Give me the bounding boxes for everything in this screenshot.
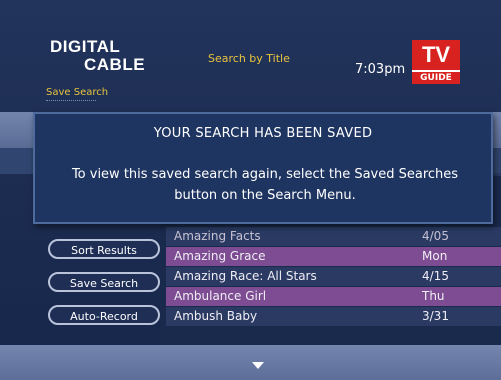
logo-line-2: CABLE bbox=[84, 55, 146, 74]
tv-guide-logo-bottom: GUIDE bbox=[412, 70, 460, 84]
list-item[interactable]: Amazing Grace Mon bbox=[166, 247, 501, 266]
tv-guide-logo: TV GUIDE bbox=[412, 40, 460, 84]
list-item-title: Amazing Race: All Stars bbox=[174, 269, 317, 283]
list-item-title: Ambush Baby bbox=[174, 309, 258, 323]
list-item[interactable]: Ambulance Girl Thu bbox=[166, 287, 501, 306]
saved-confirmation-dialog: YOUR SEARCH HAS BEEN SAVED To view this … bbox=[33, 112, 493, 224]
bottom-bar bbox=[0, 345, 501, 380]
dialog-message: To view this saved search again, select … bbox=[71, 167, 459, 203]
clock: 7:03pm bbox=[355, 62, 406, 77]
list-item[interactable]: Amazing Facts 4/05 bbox=[166, 227, 501, 246]
list-item-date: Mon bbox=[422, 249, 448, 263]
tv-guide-screen: DIGITAL CABLE Search by Title 7:03pm TV … bbox=[0, 0, 501, 380]
breadcrumb: Save Search bbox=[46, 87, 109, 98]
list-item-title: Amazing Facts bbox=[174, 229, 261, 243]
screen-title: Search by Title bbox=[208, 52, 290, 65]
logo-line-1: DIGITAL bbox=[50, 37, 121, 56]
list-item[interactable]: Amazing Race: All Stars 4/15 bbox=[166, 267, 501, 286]
list-item-date: 4/15 bbox=[422, 269, 449, 283]
list-item-date: 4/05 bbox=[422, 229, 449, 243]
list-item-date: Thu bbox=[422, 289, 445, 303]
sort-results-button[interactable]: Sort Results bbox=[48, 239, 160, 259]
chevron-down-icon[interactable] bbox=[252, 362, 264, 369]
auto-record-button[interactable]: Auto-Record bbox=[48, 305, 160, 325]
dialog-title: YOUR SEARCH HAS BEEN SAVED bbox=[153, 126, 373, 141]
tv-guide-logo-top: TV bbox=[412, 40, 460, 70]
save-search-button[interactable]: Save Search bbox=[48, 272, 160, 292]
digital-cable-logo: DIGITAL CABLE bbox=[50, 38, 145, 74]
list-item-title: Amazing Grace bbox=[174, 249, 266, 263]
list-item-date: 3/31 bbox=[422, 309, 449, 323]
list-item[interactable]: Ambush Baby 3/31 bbox=[166, 307, 501, 326]
breadcrumb-divider bbox=[46, 100, 96, 105]
list-item-title: Ambulance Girl bbox=[174, 289, 267, 303]
